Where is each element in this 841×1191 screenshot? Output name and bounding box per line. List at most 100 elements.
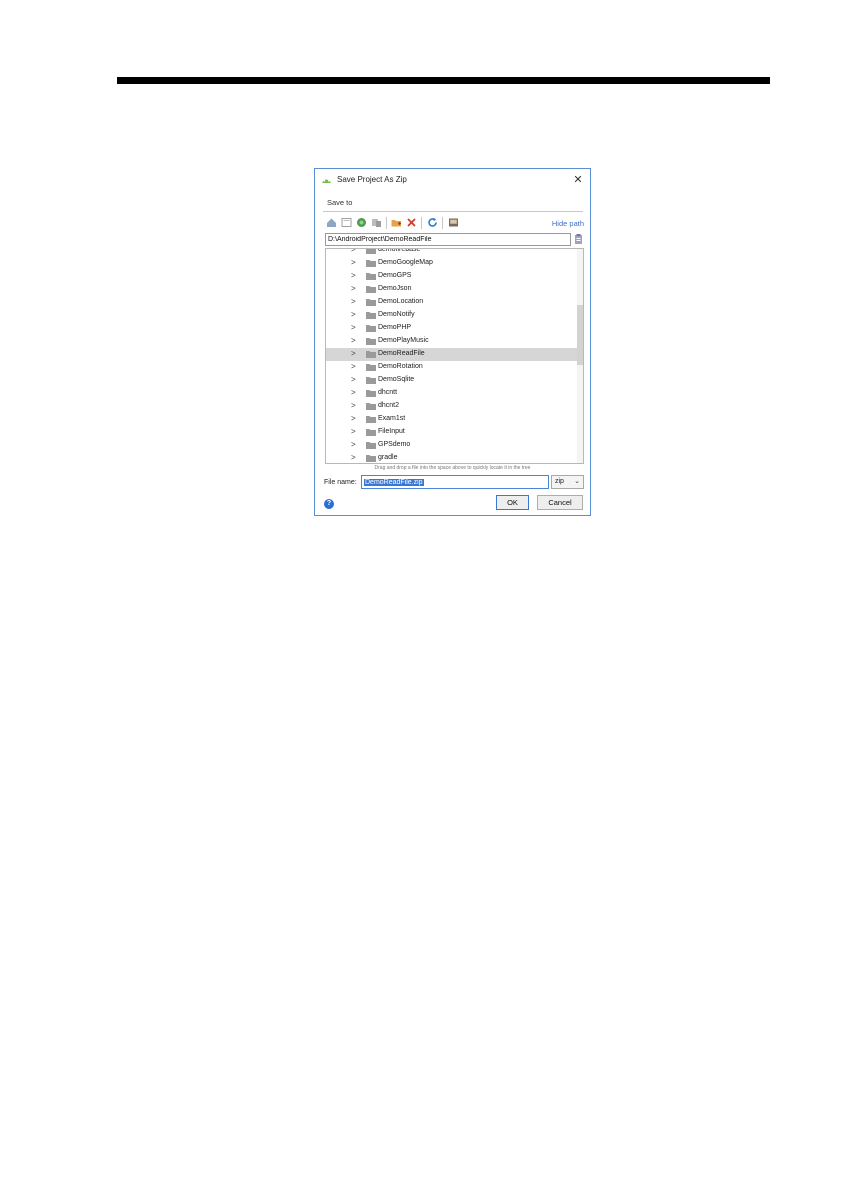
help-icon[interactable]: ? bbox=[324, 499, 334, 509]
cancel-button[interactable]: Cancel bbox=[537, 495, 583, 510]
tree-row-label: DemoJson bbox=[378, 285, 412, 292]
page-top-rule bbox=[117, 77, 770, 84]
tree-scrollbar-thumb[interactable] bbox=[577, 305, 583, 365]
tree-row[interactable]: > DemoSqlite bbox=[326, 374, 579, 387]
tree-row[interactable]: > FileInput bbox=[326, 426, 579, 439]
hide-path-link[interactable]: Hide path bbox=[552, 219, 584, 228]
save-to-divider bbox=[323, 211, 583, 212]
tree-row-label: DemoPHP bbox=[378, 324, 412, 331]
folder-icon bbox=[366, 298, 376, 306]
chevron-right-icon[interactable]: > bbox=[351, 388, 359, 397]
chevron-right-icon[interactable]: > bbox=[351, 401, 359, 410]
tree-row-label: DemoSqlite bbox=[378, 376, 415, 383]
new-folder-icon[interactable] bbox=[390, 216, 403, 229]
chevron-right-icon[interactable]: > bbox=[351, 258, 359, 267]
tree-row[interactable]: > GPSdemo bbox=[326, 439, 579, 452]
dialog-titlebar[interactable]: Save Project As Zip ✕ bbox=[315, 169, 590, 191]
file-name-value: DemoReadFile.zip bbox=[364, 479, 424, 486]
folder-icon bbox=[366, 441, 376, 449]
tree-row-label: DemoNotify bbox=[378, 311, 415, 318]
tree-row-label: dhcntt bbox=[378, 389, 398, 396]
folder-icon bbox=[366, 389, 376, 397]
folder-icon bbox=[366, 363, 376, 371]
tree-row[interactable]: > DemoPHP bbox=[326, 322, 579, 335]
tree-row[interactable]: > DemoGoogleMap bbox=[326, 257, 579, 270]
android-studio-icon bbox=[321, 176, 332, 186]
tree-row-label: gradle bbox=[378, 454, 398, 461]
toolbar-separator bbox=[421, 217, 422, 229]
tree-row[interactable]: > dhcntt bbox=[326, 387, 579, 400]
home-icon[interactable] bbox=[325, 216, 338, 229]
show-hidden-icon[interactable] bbox=[447, 216, 460, 229]
folder-icon bbox=[366, 311, 376, 319]
folder-icon bbox=[366, 337, 376, 345]
chevron-right-icon[interactable]: > bbox=[351, 323, 359, 332]
chevron-down-icon: ⌄ bbox=[574, 478, 580, 485]
chevron-right-icon[interactable]: > bbox=[351, 349, 359, 358]
tree-row[interactable]: > DemoRotation bbox=[326, 361, 579, 374]
tree-row[interactable]: > DemoGPS bbox=[326, 270, 579, 283]
chevron-right-icon[interactable]: > bbox=[351, 249, 359, 254]
path-input[interactable] bbox=[325, 233, 571, 246]
chevron-right-icon[interactable]: > bbox=[351, 440, 359, 449]
chevron-right-icon[interactable]: > bbox=[351, 362, 359, 371]
chevron-right-icon[interactable]: > bbox=[351, 427, 359, 436]
file-toolbar bbox=[325, 216, 583, 230]
folder-icon bbox=[366, 428, 376, 436]
module-icon[interactable] bbox=[370, 216, 383, 229]
chevron-right-icon[interactable]: > bbox=[351, 414, 359, 423]
folder-icon bbox=[366, 454, 376, 462]
folder-icon bbox=[366, 259, 376, 267]
path-history-icon[interactable] bbox=[573, 233, 584, 246]
chevron-right-icon[interactable]: > bbox=[351, 453, 359, 462]
tree-row[interactable]: > Exam1st bbox=[326, 413, 579, 426]
chevron-right-icon[interactable]: > bbox=[351, 310, 359, 319]
folder-tree[interactable]: > demofirebase > DemoGoogleMap > DemoGPS > Demo… bbox=[325, 248, 584, 464]
chevron-right-icon[interactable]: > bbox=[351, 271, 359, 280]
save-project-dialog: Save Project As Zip ✕ Save to Hide path … bbox=[314, 168, 591, 516]
ok-button[interactable]: OK bbox=[496, 495, 529, 510]
tree-scrollbar[interactable] bbox=[577, 249, 583, 463]
delete-icon[interactable] bbox=[405, 216, 418, 229]
folder-icon bbox=[366, 402, 376, 410]
tree-row-label: DemoPlayMusic bbox=[378, 337, 429, 344]
tree-row-label: dhcnt2 bbox=[378, 402, 400, 409]
tree-row[interactable]: > DemoReadFile bbox=[326, 348, 579, 361]
folder-icon bbox=[366, 415, 376, 423]
tree-row-label: FileInput bbox=[378, 428, 405, 435]
folder-icon bbox=[366, 272, 376, 280]
refresh-icon[interactable] bbox=[426, 216, 439, 229]
dialog-title: Save Project As Zip bbox=[337, 175, 407, 184]
chevron-right-icon[interactable]: > bbox=[351, 375, 359, 384]
toolbar-separator bbox=[442, 217, 443, 229]
tree-row-label: DemoGoogleMap bbox=[378, 259, 433, 266]
tree-row[interactable]: > demofirebase bbox=[326, 248, 579, 257]
desktop-icon[interactable] bbox=[340, 216, 353, 229]
tree-row-label: Exam1st bbox=[378, 415, 406, 422]
folder-icon bbox=[366, 376, 376, 384]
folder-icon bbox=[366, 249, 376, 254]
tree-row[interactable]: > DemoLocation bbox=[326, 296, 579, 309]
project-icon[interactable] bbox=[355, 216, 368, 229]
tree-row[interactable]: > DemoJson bbox=[326, 283, 579, 296]
folder-icon bbox=[366, 285, 376, 293]
chevron-right-icon[interactable]: > bbox=[351, 284, 359, 293]
file-name-input[interactable]: DemoReadFile.zip bbox=[361, 475, 549, 489]
tree-row[interactable]: > DemoPlayMusic bbox=[326, 335, 579, 348]
tree-row-label: demofirebase bbox=[378, 248, 421, 253]
tree-row-label: GPSdemo bbox=[378, 441, 411, 448]
tree-row-label: DemoRotation bbox=[378, 363, 423, 370]
tree-row[interactable]: > gradle bbox=[326, 452, 579, 463]
save-to-label: Save to bbox=[327, 198, 353, 207]
tree-row-label: DemoReadFile bbox=[378, 350, 425, 357]
chevron-right-icon[interactable]: > bbox=[351, 297, 359, 306]
tree-row[interactable]: > DemoNotify bbox=[326, 309, 579, 322]
tree-row-label: DemoGPS bbox=[378, 272, 412, 279]
close-icon[interactable]: ✕ bbox=[570, 172, 586, 188]
folder-icon bbox=[366, 324, 376, 332]
file-name-label: File name: bbox=[324, 479, 357, 486]
chevron-right-icon[interactable]: > bbox=[351, 336, 359, 345]
drag-drop-hint: Drag and drop a file into the space abov… bbox=[374, 465, 531, 471]
extension-select[interactable]: zip ⌄ bbox=[551, 475, 584, 489]
tree-row[interactable]: > dhcnt2 bbox=[326, 400, 579, 413]
